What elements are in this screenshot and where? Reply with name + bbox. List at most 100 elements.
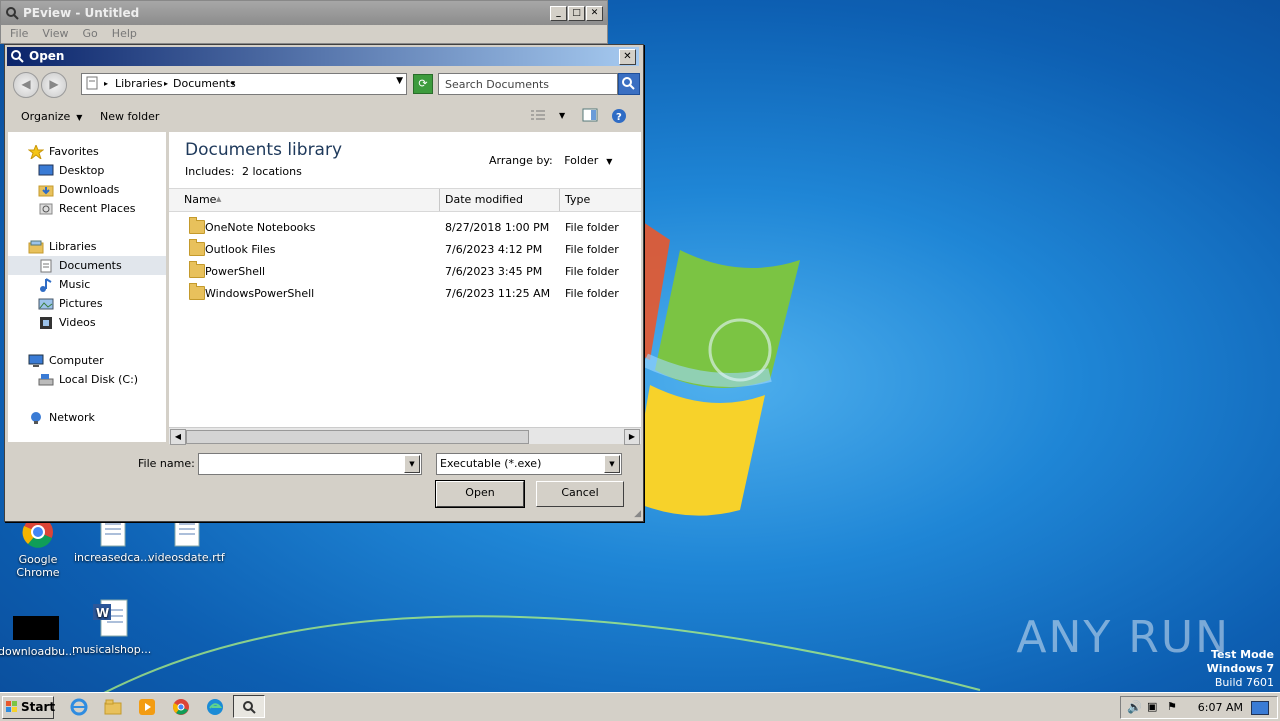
library-title: Documents library [185,140,343,160]
file-row[interactable]: OneNote Notebooks 8/27/2018 1:00 PM File… [169,217,641,239]
breadcrumb-libraries[interactable]: Libraries [115,77,163,90]
refresh-button[interactable]: ⟳ [413,74,433,94]
column-date-modified[interactable]: Date modified [445,193,523,206]
column-name[interactable]: Name [184,193,216,206]
nav-computer[interactable]: Computer [28,351,104,370]
file-name: PowerShell [205,265,266,278]
volume-icon[interactable]: 🔊 [1127,700,1142,714]
address-dropdown-icon[interactable]: ▼ [396,76,403,86]
nav-documents[interactable]: Documents [38,256,122,275]
maximize-button[interactable]: □ [568,6,585,21]
column-type[interactable]: Type [565,193,590,206]
nav-libraries[interactable]: Libraries [28,237,97,256]
file-type: File folder [565,221,619,234]
internet-explorer-icon[interactable] [70,698,88,716]
column-divider[interactable] [439,189,440,211]
close-button[interactable]: ✕ [586,6,603,21]
start-button[interactable]: Start [2,696,55,719]
nav-label: Local Disk (C:) [59,373,139,386]
search-input[interactable]: Search Documents [438,73,618,95]
nav-pictures[interactable]: Pictures [38,294,103,313]
edge-icon[interactable] [206,698,224,716]
nav-network[interactable]: Network [28,408,95,427]
search-button[interactable] [618,73,640,95]
file-name-dropdown-button[interactable]: ▼ [404,455,420,473]
nav-music[interactable]: Music [38,275,90,294]
show-desktop-icon[interactable] [1251,701,1269,715]
scroll-thumb[interactable] [186,430,529,444]
menu-go[interactable]: Go [74,25,103,40]
folder-icon [189,261,205,278]
breadcrumb-separator-icon: ▸ [164,79,169,88]
nav-desktop[interactable]: Desktop [38,161,104,180]
nav-local-disk[interactable]: Local Disk (C:) [38,370,138,389]
desktop-icon-chrome[interactable]: Google Chrome [0,516,76,579]
file-row[interactable]: Outlook Files 7/6/2023 4:12 PM File fold… [169,239,641,261]
file-row[interactable]: WindowsPowerShell 7/6/2023 11:25 AM File… [169,283,641,305]
desktop-icon-increasedca[interactable]: increasedca... [74,515,151,564]
music-icon [40,278,52,292]
menu-file[interactable]: File [1,25,33,40]
nav-downloads[interactable]: Downloads [38,180,119,199]
menu-view[interactable]: View [33,25,73,40]
magnifier-icon [6,7,19,20]
resize-grip-icon[interactable]: ◢ [634,509,641,519]
search-placeholder: Search Documents [445,78,550,91]
arrange-label: Arrange by: [489,154,553,167]
file-explorer-icon[interactable] [104,698,122,716]
file-date: 7/6/2023 4:12 PM [445,243,543,256]
desktop-icon-label: downloadbu... [0,645,76,658]
light-streak [103,615,981,692]
forward-button[interactable]: ▶ [41,72,67,98]
pictures-icon [38,298,54,310]
scroll-right-button[interactable]: ▶ [624,429,640,445]
computer-icon [28,354,44,367]
command-toolbar: Organize ▼ New folder ▼ ? [7,101,639,131]
folder-icon [189,239,205,256]
organize-button[interactable]: Organize ▼ [21,110,82,123]
new-folder-button[interactable]: New folder [100,110,159,123]
nav-label: Desktop [59,164,105,177]
includes-locations-link[interactable]: 2 locations [242,165,302,178]
action-center-icon[interactable]: ⚑ [1167,700,1177,713]
nav-recent-places[interactable]: Recent Places [38,199,136,218]
file-name: OneNote Notebooks [205,221,316,234]
nav-videos[interactable]: Videos [38,313,96,332]
nav-favorites[interactable]: Favorites [28,142,99,161]
file-type-value: Executable (*.exe) [440,457,542,470]
file-type: File folder [565,287,619,300]
breadcrumb-documents[interactable]: Documents [173,77,236,90]
clock[interactable]: 6:07 AM [1198,701,1243,714]
menu-help[interactable]: Help [103,25,142,40]
desktop-icon-downloadbu[interactable]: downloadbu... [0,600,76,658]
taskbar-peview-button[interactable] [233,695,265,718]
help-button[interactable]: ? [611,108,627,127]
file-row[interactable]: PowerShell 7/6/2023 3:45 PM File folder [169,261,641,283]
minimize-button[interactable]: _ [550,6,567,21]
file-type-dropdown-button[interactable]: ▼ [604,455,620,473]
desktop-icon-videosdate[interactable]: videosdate.rtf [148,515,225,564]
test-mode-line: Test Mode [1211,648,1274,661]
cancel-button[interactable]: Cancel [536,481,624,507]
column-divider[interactable] [559,189,560,211]
address-bar[interactable]: ▸ Libraries ▸ Documents ▾ ▼ [81,73,407,95]
nav-label: Libraries [49,240,97,253]
file-name-input[interactable]: ▼ [198,453,422,475]
chrome-icon[interactable] [172,698,190,716]
arrange-dropdown[interactable]: Folder ▼ [564,154,612,167]
file-name: Outlook Files [205,243,276,256]
peview-titlebar[interactable]: PEview - Untitled _ □ ✕ [1,1,607,25]
dialog-close-button[interactable]: ✕ [619,49,636,65]
preview-pane-button[interactable] [582,108,598,125]
back-button[interactable]: ◀ [13,72,39,98]
scroll-left-button[interactable]: ◀ [170,429,186,445]
horizontal-scrollbar[interactable]: ◀ ▶ [169,427,641,445]
desktop-icon-musicalshop[interactable]: W musicalshop... [72,598,151,656]
media-player-icon[interactable] [138,698,156,716]
view-options-button[interactable] [530,108,546,125]
file-type-select[interactable]: Executable (*.exe) ▼ [436,453,622,475]
dialog-titlebar[interactable]: Open ✕ [7,47,639,66]
network-tray-icon[interactable]: ▣ [1147,700,1157,713]
open-button[interactable]: Open [435,480,525,508]
view-dropdown-icon[interactable]: ▼ [559,111,565,120]
